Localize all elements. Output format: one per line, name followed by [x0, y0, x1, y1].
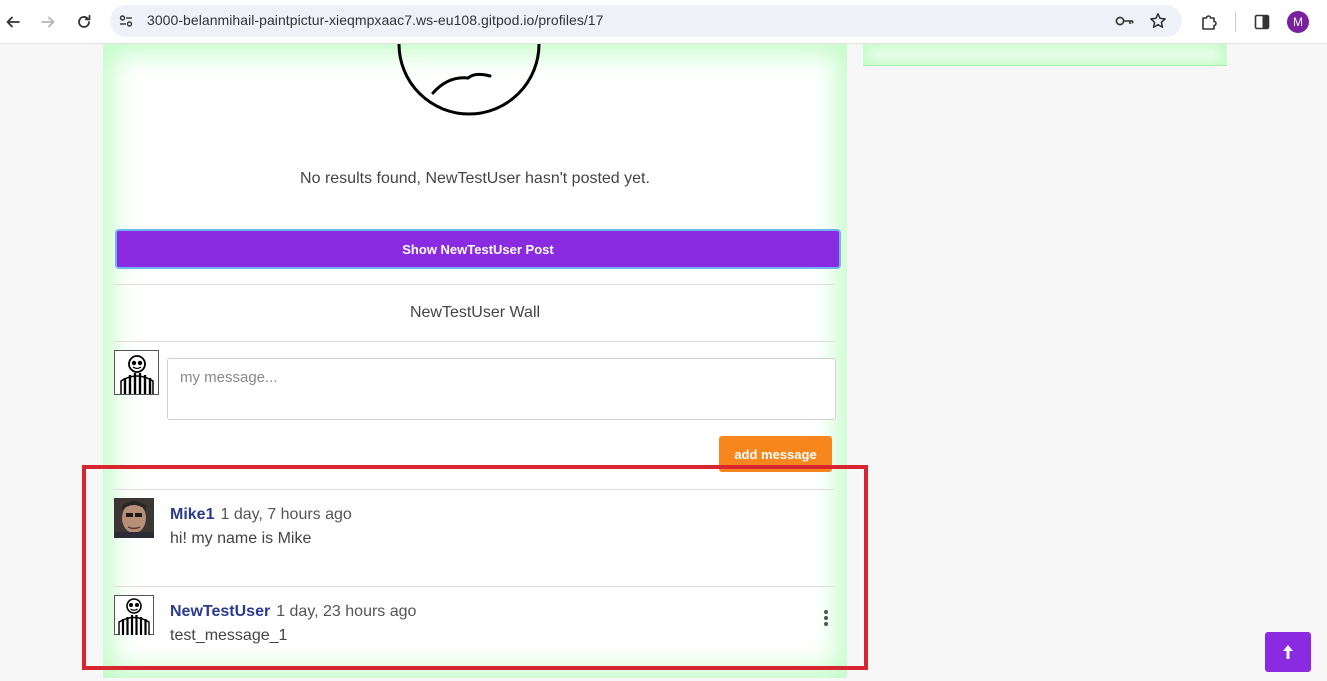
toolbar-divider [1235, 12, 1236, 32]
message-input[interactable] [167, 358, 836, 420]
add-message-button[interactable]: add message [719, 436, 832, 472]
divider [114, 489, 835, 490]
no-results-text: No results found, NewTestUser hasn't pos… [300, 170, 650, 187]
reload-icon[interactable] [72, 10, 96, 34]
extensions-icon[interactable] [1197, 10, 1221, 34]
wall-message: Mike1 1 day, 7 hours ago hi! my name is M… [114, 498, 835, 578]
author-avatar[interactable] [114, 595, 154, 635]
profile-column: No results found, NewTestUser hasn't pos… [103, 43, 847, 678]
message-text: hi! my name is Mike [170, 530, 312, 547]
wall-message: NewTestUser 1 day, 23 hours ago test_mess… [114, 595, 835, 675]
side-panel-icon[interactable] [1250, 10, 1274, 34]
author-link[interactable]: NewTestUser [170, 603, 270, 620]
message-timestamp: 1 day, 7 hours ago [220, 506, 352, 523]
arrow-up-icon [1283, 645, 1293, 659]
divider [114, 586, 835, 587]
url-text[interactable]: 3000-belanmihail-paintpictur-xieqmpxaac7… [147, 12, 603, 28]
browser-toolbar: 3000-belanmihail-paintpictur-xieqmpxaac7… [0, 0, 1327, 44]
show-posts-button[interactable]: Show NewTestUser Post [115, 229, 841, 269]
back-arrow-icon[interactable] [1, 10, 25, 34]
message-text: test_message_1 [170, 627, 288, 644]
address-bar[interactable]: 3000-belanmihail-paintpictur-xieqmpxaac7… [110, 5, 1182, 37]
wall-title: NewTestUser Wall [409, 304, 541, 321]
message-header: NewTestUser 1 day, 23 hours ago [170, 603, 416, 621]
kebab-menu-icon[interactable] [820, 608, 832, 628]
author-link[interactable]: Mike1 [170, 506, 214, 523]
forward-arrow-icon[interactable] [36, 10, 60, 34]
divider [114, 284, 835, 285]
author-avatar[interactable] [114, 498, 154, 538]
message-timestamp: 1 day, 23 hours ago [276, 603, 417, 620]
divider [114, 341, 835, 342]
profile-avatar-icon[interactable]: M [1287, 11, 1309, 33]
sad-face-illustration [397, 43, 541, 116]
scroll-to-top-button[interactable] [1265, 632, 1311, 672]
current-user-avatar [114, 350, 159, 395]
message-header: Mike1 1 day, 7 hours ago [170, 506, 352, 524]
sidebar-card [863, 44, 1227, 66]
key-icon[interactable] [1115, 11, 1135, 31]
site-info-icon[interactable] [118, 13, 134, 29]
star-icon[interactable] [1148, 11, 1168, 31]
